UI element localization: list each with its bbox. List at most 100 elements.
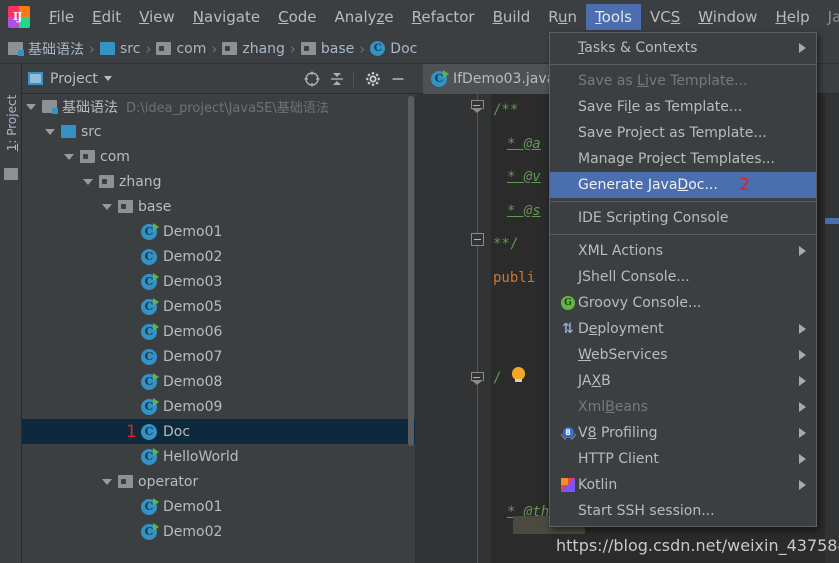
menu-item-label: Tasks & Contexts [578, 40, 698, 56]
tools-dropdown-menu[interactable]: Tasks & Contexts Save as Live Template...… [549, 32, 817, 527]
locate-icon[interactable] [301, 68, 323, 90]
menu-item-generate-javadoc[interactable]: Generate JavaDoc... 2 [550, 172, 816, 198]
tree-row[interactable]: C Demo08 [22, 369, 415, 394]
menu-help[interactable]: Help [766, 4, 818, 30]
tree-row[interactable]: C Demo05 [22, 294, 415, 319]
watermark-text: https://blog.csdn.net/weixin_43758411 [556, 536, 839, 555]
tree-row[interactable]: 基础语法 D:\idea_project\JavaSE\基础语法 [22, 94, 415, 119]
breadcrumb-item-base[interactable]: base [300, 41, 354, 57]
tree-row[interactable]: C Demo03 [22, 269, 415, 294]
menu-item-kotlin[interactable]: Kotlin [550, 472, 816, 498]
expand-arrow-icon[interactable] [64, 153, 74, 160]
menu-item-save-file-as-template[interactable]: Save File as Template... [550, 94, 816, 120]
breadcrumb-item-com[interactable]: com [156, 41, 206, 57]
expand-arrow-icon[interactable] [102, 478, 112, 485]
tree-row[interactable]: C Demo01 [22, 219, 415, 244]
menu-window[interactable]: Window [689, 4, 766, 30]
tree-row[interactable]: C Demo09 [22, 394, 415, 419]
tree-item-label: Demo08 [163, 373, 223, 390]
tree-row[interactable]: C Demo07 [22, 344, 415, 369]
hide-panel-icon[interactable] [387, 68, 409, 90]
menu-file[interactable]: File [40, 4, 83, 30]
menu-item-icon-slot: G [558, 296, 578, 310]
menu-item-ide-scripting-console[interactable]: IDE Scripting Console [550, 205, 816, 231]
java-class-icon: C [141, 248, 157, 265]
menu-item-webservices[interactable]: WebServices [550, 342, 816, 368]
editor-right-gutter[interactable] [825, 94, 839, 563]
tree-row[interactable]: C Demo01 [22, 494, 415, 519]
fold-marker-open[interactable] [471, 100, 484, 113]
menu-tools[interactable]: Tools [586, 4, 641, 30]
tree-row-selected[interactable]: C Doc 1 [22, 419, 415, 444]
menu-refactor[interactable]: Refactor [403, 4, 484, 30]
kotlin-icon [561, 478, 575, 492]
expand-arrow-icon[interactable] [45, 128, 55, 135]
tree-row[interactable]: operator [22, 469, 415, 494]
menu-edit[interactable]: Edit [83, 4, 130, 30]
breadcrumb-item-Doc[interactable]: C Doc [370, 41, 417, 57]
chevron-down-icon[interactable] [103, 76, 112, 81]
menu-item-xml-actions[interactable]: XML Actions [550, 238, 816, 264]
tool-window-tab-project[interactable]: 1: Project [1, 87, 23, 159]
menu-navigate[interactable]: Navigate [184, 4, 269, 30]
menu-label: Navigate [192, 8, 261, 26]
tree-item-label: zhang [119, 173, 162, 190]
menu-item-label: Save Project as Template... [578, 125, 767, 141]
menu-build[interactable]: Build [484, 4, 540, 30]
expand-arrow-icon[interactable] [26, 103, 36, 110]
menu-item-groovy-console[interactable]: G Groovy Console... [550, 290, 816, 316]
project-tree[interactable]: 基础语法 D:\idea_project\JavaSE\基础语法 src com zha… [22, 94, 415, 563]
menu-item-http-client[interactable]: HTTP Client [550, 446, 816, 472]
fold-marker-open-2[interactable] [471, 372, 484, 385]
menu-item-deployment[interactable]: ⇅ Deployment [550, 316, 816, 342]
menu-item-label: JAXB [578, 373, 611, 389]
breadcrumb-item-zhang[interactable]: zhang [222, 41, 285, 57]
menu-item-save-project-as-template[interactable]: Save Project as Template... [550, 120, 816, 146]
project-panel-header: Project [22, 64, 415, 94]
collapse-all-icon[interactable] [326, 68, 348, 90]
menu-vcs[interactable]: VCS [641, 4, 689, 30]
editor-tab-ifdemo03[interactable]: C IfDemo03.java [423, 63, 564, 94]
tree-row[interactable]: zhang [22, 169, 415, 194]
tree-item-label: Demo09 [163, 398, 223, 415]
toolbar-divider [353, 70, 354, 87]
menu-item-label: V8 Profiling [578, 425, 658, 441]
intention-bulb-icon[interactable] [510, 367, 527, 384]
menu-analyze[interactable]: Analyze [326, 4, 403, 30]
menu-item-save-as-live-template[interactable]: Save as Live Template... [550, 68, 816, 94]
tree-item-label: Demo05 [163, 298, 223, 315]
tree-row[interactable]: base [22, 194, 415, 219]
project-tree-scrollbar[interactable] [408, 96, 414, 446]
settings-gear-icon[interactable] [362, 68, 384, 90]
java-class-run-icon: C [141, 272, 159, 290]
tree-row[interactable]: C HelloWorld [22, 444, 415, 469]
menu-view[interactable]: View [130, 4, 184, 30]
menu-javase[interactable]: JavaSE [819, 4, 839, 30]
menu-item-label: Start SSH session... [578, 503, 715, 519]
fold-marker-end[interactable] [471, 233, 484, 246]
menu-item-manage-project-templates[interactable]: Manage Project Templates... [550, 146, 816, 172]
tree-row[interactable]: C Demo02 [22, 244, 415, 269]
menu-code[interactable]: Code [269, 4, 325, 30]
tree-row[interactable]: C Demo06 [22, 319, 415, 344]
breadcrumb-separator: › [89, 39, 95, 58]
package-folder-icon [118, 200, 133, 213]
breadcrumb-item-基础语法[interactable]: 基础语法 [8, 39, 84, 59]
menu-item-jshell-console[interactable]: JShell Console... [550, 264, 816, 290]
menu-item-label: Kotlin [578, 477, 618, 493]
menu-item-xmlbeans[interactable]: XmlBeans [550, 394, 816, 420]
tree-row[interactable]: com [22, 144, 415, 169]
editor-gutter[interactable] [415, 94, 491, 563]
menu-item-v8-profiling[interactable]: 8 V8 Profiling [550, 420, 816, 446]
folder-icon[interactable] [4, 168, 18, 180]
menu-item-tasks-contexts[interactable]: Tasks & Contexts [550, 35, 816, 61]
menu-item-start-ssh-session[interactable]: Start SSH session... [550, 498, 816, 524]
expand-arrow-icon[interactable] [102, 203, 112, 210]
menu-item-jaxb[interactable]: JAXB [550, 368, 816, 394]
expand-arrow-icon[interactable] [83, 178, 93, 185]
tree-row[interactable]: C Demo02 [22, 519, 415, 544]
tree-row[interactable]: src [22, 119, 415, 144]
breadcrumb-item-src[interactable]: src [100, 41, 140, 57]
menu-run[interactable]: Run [539, 4, 586, 30]
module-folder-icon [8, 42, 24, 56]
